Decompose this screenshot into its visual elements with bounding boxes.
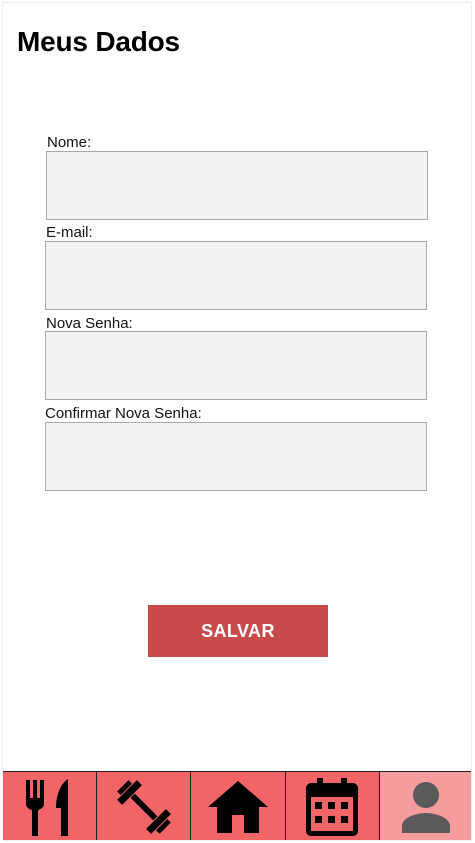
page-title: Meus Dados (17, 26, 180, 57)
nav-item-calendar[interactable] (285, 772, 380, 840)
confirm-password-field[interactable] (45, 422, 427, 491)
bottom-nav (3, 771, 471, 840)
home-icon (208, 781, 268, 833)
profile-screen: Meus Dados Nome: E-mail: Nova Senha: Con… (2, 2, 472, 841)
nav-item-workout[interactable] (97, 772, 192, 840)
name-field[interactable] (46, 151, 428, 220)
email-field[interactable] (45, 241, 427, 310)
save-button[interactable]: SALVAR (148, 605, 328, 657)
nav-item-profile[interactable] (379, 772, 471, 840)
user-icon (402, 782, 451, 833)
email-label: E-mail: (46, 224, 93, 241)
utensils-icon (25, 779, 68, 836)
name-label: Nome: (47, 134, 92, 151)
new-password-field[interactable] (45, 331, 427, 400)
nav-item-home[interactable] (191, 772, 286, 840)
dumbbell-icon (116, 780, 171, 834)
nav-item-food[interactable] (3, 772, 98, 840)
new-password-label: Nova Senha: (46, 315, 133, 332)
calendar-icon (306, 778, 359, 836)
confirm-password-label: Confirmar Nova Senha: (45, 405, 202, 422)
